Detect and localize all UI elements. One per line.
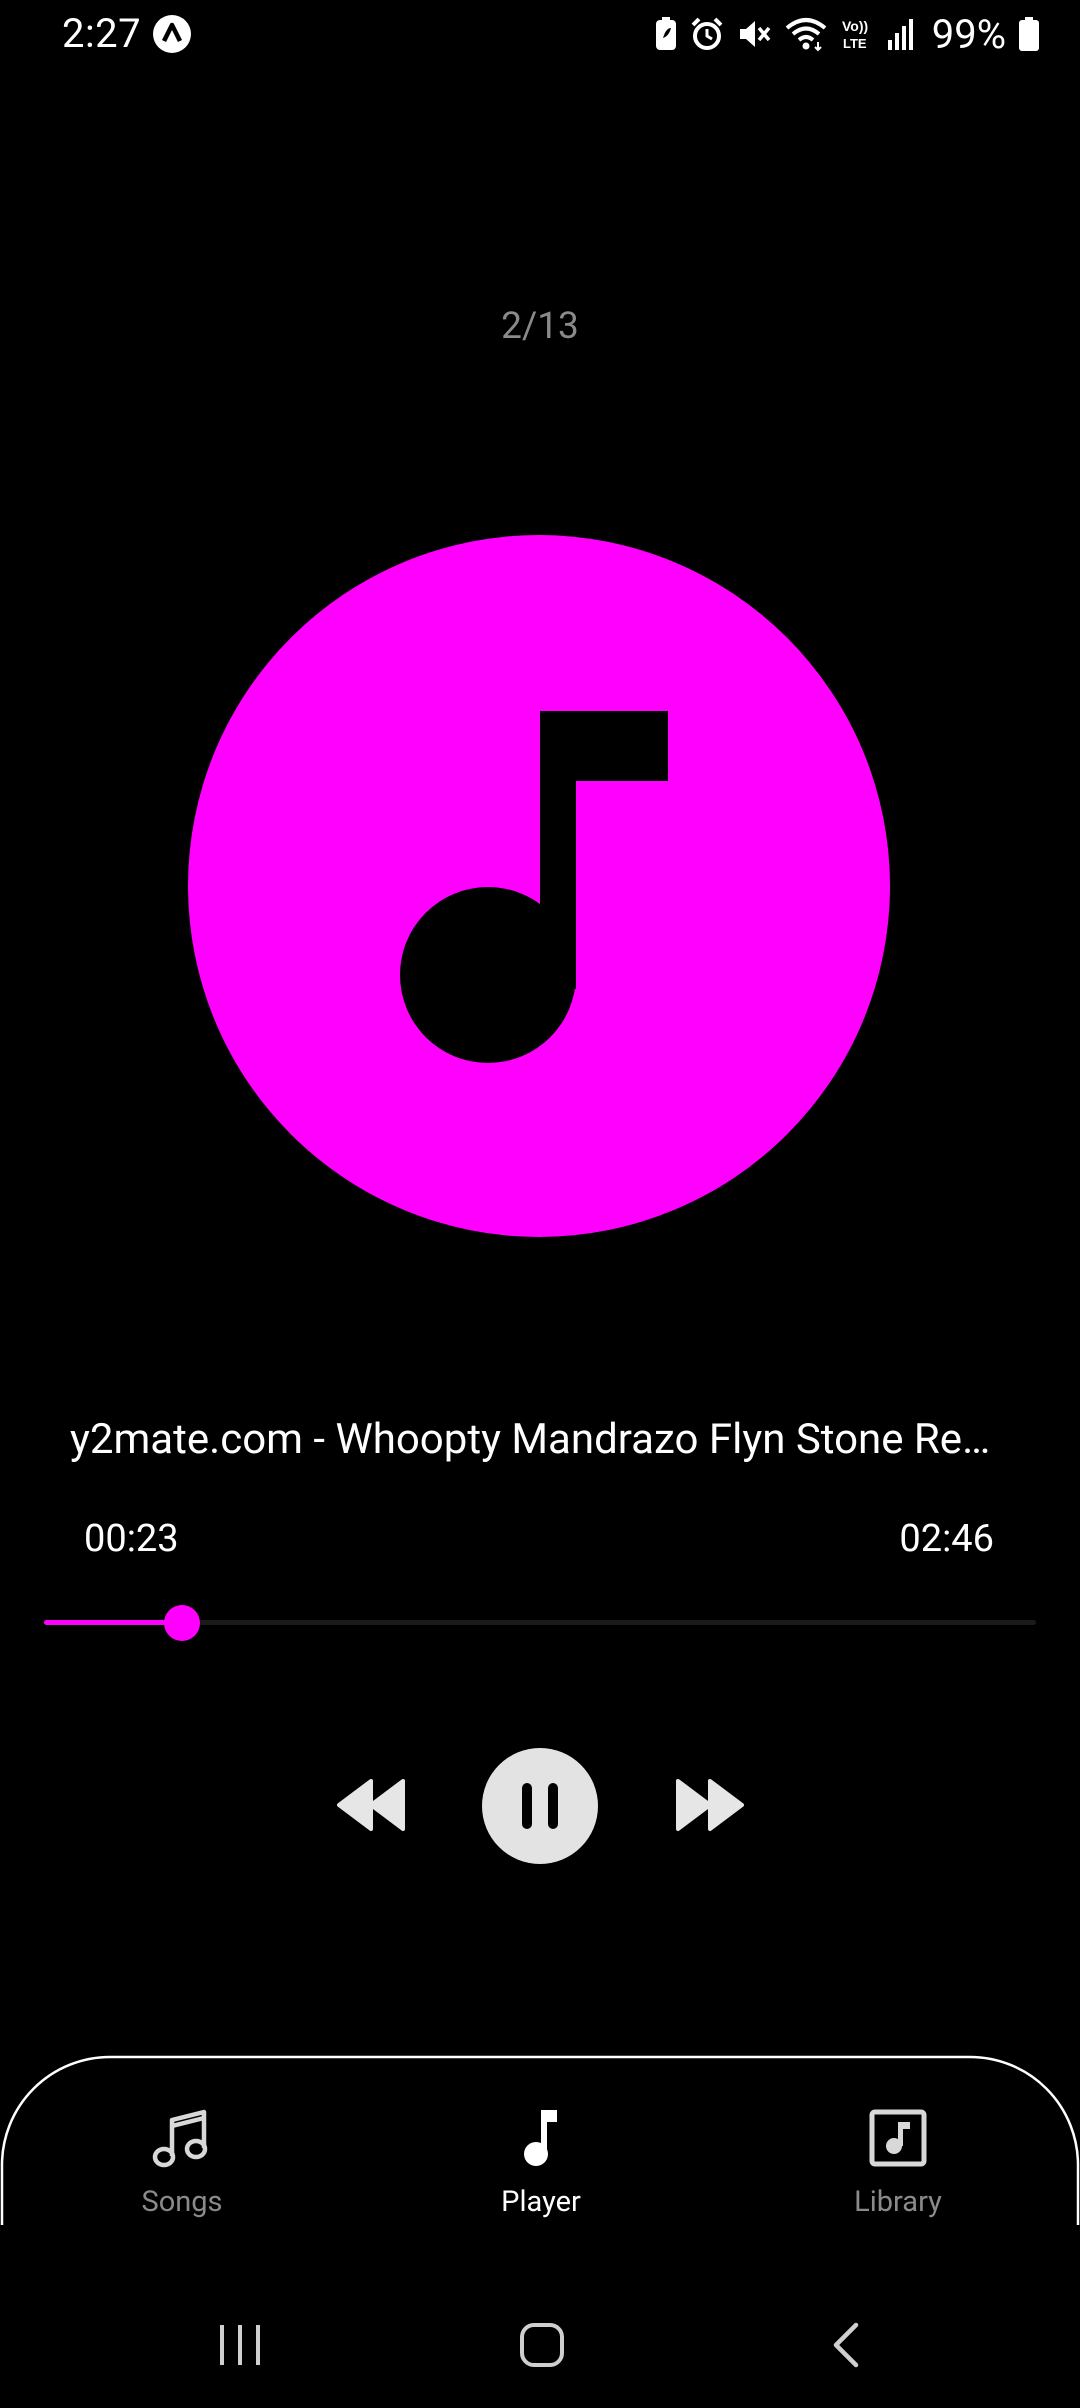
status-bar: 2:27 Vo)) LTE 99% [0,0,1080,70]
home-button[interactable] [510,2315,574,2375]
library-icon [868,2103,928,2173]
music-note-icon [400,711,668,1063]
nav-item-songs[interactable]: Songs [82,2103,282,2219]
recents-button[interactable] [208,2315,272,2375]
rewind-icon [337,1779,405,1831]
time-total: 02:46 [899,1517,994,1561]
music-notes-icon [152,2103,212,2173]
back-icon [833,2322,859,2368]
nav-item-player[interactable]: Player [441,2103,641,2219]
wifi-icon [785,18,827,52]
nav-label-songs: Songs [141,2185,223,2219]
system-navigation-bar [0,2225,1080,2408]
bottom-navigation: Songs Player Library [0,2055,1080,2225]
battery-saver-icon [655,17,676,50]
assistant-icon [152,14,192,54]
seek-thumb[interactable] [164,1605,200,1641]
playback-controls [0,1748,1080,1864]
alarm-icon [691,17,723,50]
nav-label-player: Player [501,2185,581,2219]
back-button[interactable] [816,2315,876,2375]
svg-text:LTE: LTE [843,36,867,51]
battery-icon [1019,17,1039,51]
rewind-button[interactable] [335,1770,409,1840]
pause-button[interactable] [482,1748,598,1864]
album-art [188,535,890,1237]
seek-bar[interactable] [44,1602,1036,1642]
home-icon [520,2323,564,2367]
nav-item-library[interactable]: Library [798,2103,998,2219]
battery-percent: 99% [931,10,1006,58]
pause-icon [522,1783,558,1829]
nav-label-library: Library [854,2185,942,2219]
seek-progress [44,1620,182,1625]
fast-forward-icon [676,1779,744,1831]
volte-icon: Vo)) LTE [842,18,868,51]
svg-text:Vo)): Vo)) [842,18,868,34]
status-time: 2:27 [62,10,142,57]
music-note-icon [519,2103,563,2173]
time-elapsed: 00:23 [84,1517,179,1561]
signal-icon [887,19,913,50]
status-icons: Vo)) LTE 99% [654,10,1040,58]
track-counter: 2/13 [501,305,579,348]
fast-forward-button[interactable] [672,1770,746,1840]
mute-icon [739,21,771,47]
music-player-screen: 2:27 Vo)) LTE 99% 2/13 y2mate.com - Whoo… [0,0,1080,2408]
recents-icon [220,2325,260,2365]
song-title: y2mate.com - Whoopty Mandrazo Flyn Stone… [70,1415,1010,1464]
